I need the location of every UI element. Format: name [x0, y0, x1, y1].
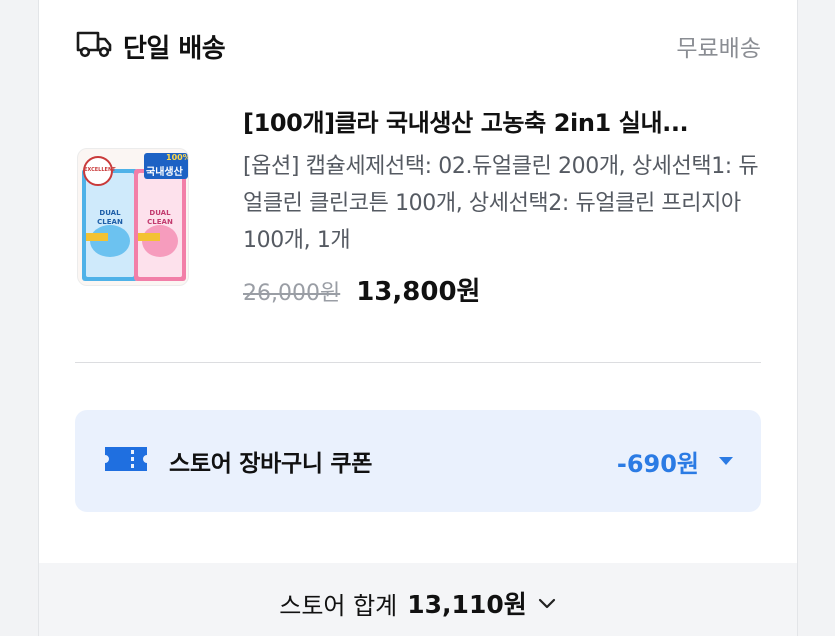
section-divider	[75, 362, 761, 363]
seal-text: EXCELLENT	[84, 167, 116, 173]
total-amount: 13,110원	[407, 590, 527, 619]
store-total-bar[interactable]: 스토어 합계 13,110원	[39, 563, 797, 636]
shipping-fee: 무료배송	[676, 36, 761, 62]
product-info: [100개]클라 국내생산 고농축 2in1 실내... [옵션] 캡슐세제선택…	[243, 106, 761, 308]
truck-icon	[75, 29, 113, 63]
product-options: [옵션] 캡슐세제선택: 02.듀얼클린 200개, 상세선택1: 듀얼클린 클…	[243, 154, 759, 253]
total-label: 스토어 합계	[279, 591, 398, 620]
badge-main-text: 국내생산	[146, 167, 183, 178]
chevron-down-icon[interactable]	[537, 589, 557, 617]
product-name[interactable]: [100개]클라 국내생산 고농축 2in1 실내...	[243, 106, 763, 140]
price-row: 26,000원 13,800원	[243, 271, 761, 308]
pack-left-text: DUAL CLEAN	[97, 209, 123, 226]
store-cart-coupon[interactable]: 스토어 장바구니 쿠폰 -690원	[75, 410, 761, 512]
shipping-header: 단일 배송 무료배송	[75, 26, 761, 66]
coupon-dropdown-icon[interactable]	[719, 457, 733, 465]
original-price: 26,000원	[243, 281, 341, 306]
store-order-card: 단일 배송 무료배송 EXCELLENT 100% 국내생산 DUAL CLEA…	[38, 0, 798, 636]
shipping-title: 단일 배송	[123, 33, 226, 64]
coupon-amount: -690원	[616, 449, 699, 478]
badge-top-text: 100%	[166, 153, 189, 162]
sale-price: 13,800원	[356, 277, 481, 307]
product-thumbnail[interactable]: EXCELLENT 100% 국내생산 DUAL CLEAN DUAL CLEA…	[77, 148, 189, 286]
coupon-label: 스토어 장바구니 쿠폰	[169, 451, 373, 477]
ticket-icon	[103, 444, 149, 478]
shipping-title-group: 단일 배송	[75, 28, 226, 65]
pack-right-text: DUAL CLEAN	[147, 209, 173, 226]
product-item[interactable]: EXCELLENT 100% 국내생산 DUAL CLEAN DUAL CLEA…	[75, 106, 761, 326]
